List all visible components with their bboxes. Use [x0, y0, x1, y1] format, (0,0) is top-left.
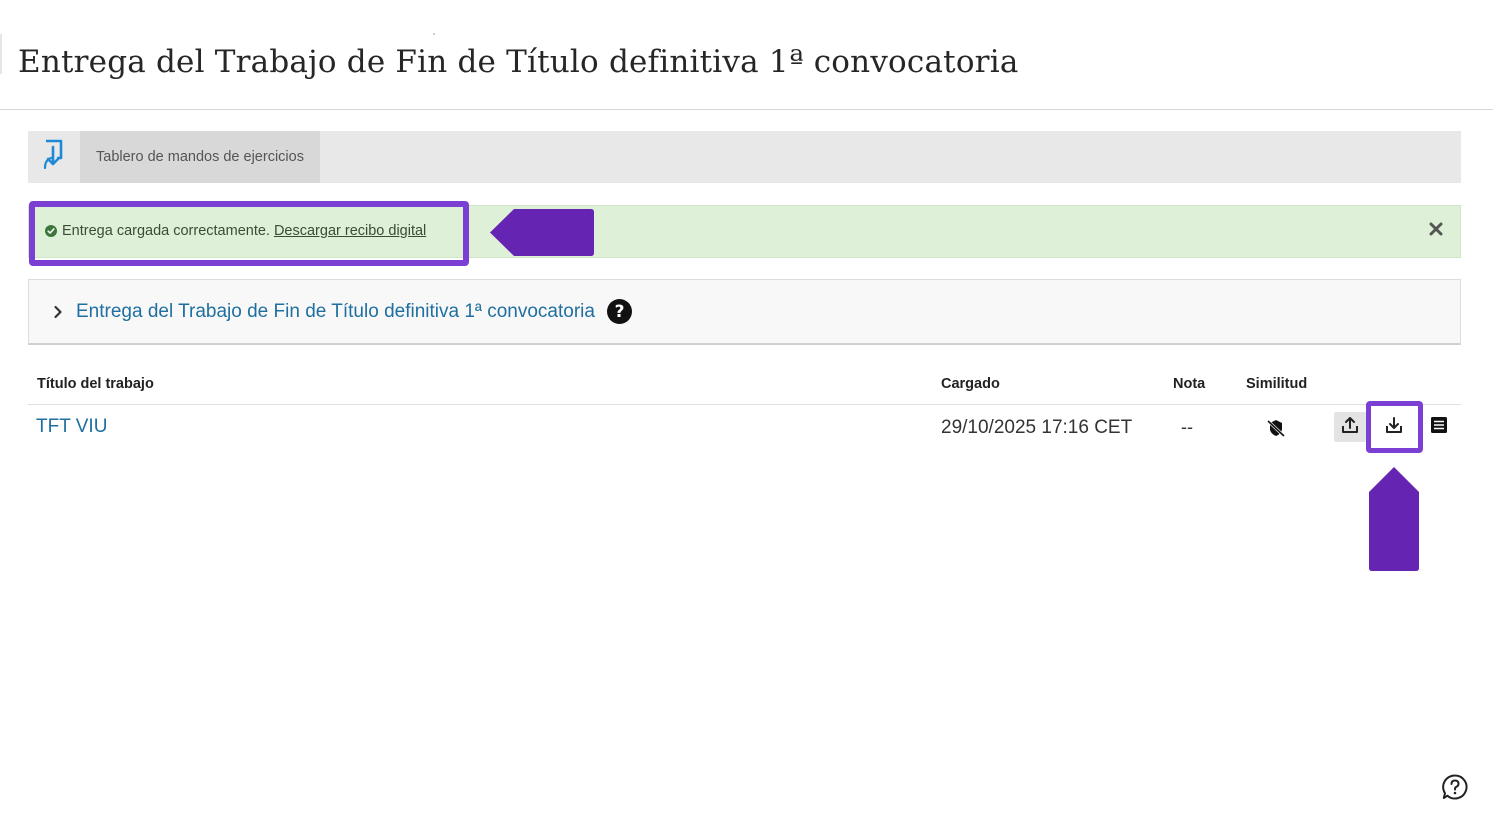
- upload-button[interactable]: [1334, 412, 1366, 442]
- assignment-title-link[interactable]: Entrega del Trabajo de Fin de Título def…: [76, 301, 595, 323]
- help-fab-button[interactable]: [1441, 773, 1469, 801]
- assignment-panel: Entrega del Trabajo de Fin de Título def…: [28, 279, 1461, 345]
- divider-dot: [433, 33, 435, 35]
- assignment-toolbar: Tablero de mandos de ejercicios: [28, 131, 1461, 183]
- download-button[interactable]: [1377, 412, 1411, 442]
- column-header-uploaded: Cargado: [941, 376, 1000, 392]
- details-icon: [1430, 416, 1448, 439]
- similarity-disabled-icon: [1266, 418, 1286, 443]
- return-arrow-icon: [42, 138, 66, 177]
- upload-icon: [1340, 415, 1360, 440]
- page-title: Entrega del Trabajo de Fin de Título def…: [18, 44, 1019, 80]
- column-header-title: Título del trabajo: [37, 376, 154, 392]
- close-icon: [1429, 222, 1443, 241]
- tab-assignment-dashboard[interactable]: Tablero de mandos de ejercicios: [80, 131, 320, 183]
- help-icon[interactable]: ?: [607, 299, 632, 324]
- download-icon: [1384, 415, 1404, 440]
- annotation-arrow-left-icon: [490, 208, 594, 262]
- return-button[interactable]: [28, 131, 80, 183]
- banner-message: Entrega cargada correctamente. Descargar…: [45, 223, 426, 239]
- check-circle-icon: [45, 225, 57, 237]
- column-header-grade: Nota: [1173, 376, 1206, 392]
- submission-title-link[interactable]: TFT VIU: [36, 416, 107, 438]
- chevron-right-icon[interactable]: [53, 305, 63, 324]
- help-chat-icon: [1441, 774, 1469, 805]
- close-banner-button[interactable]: [1426, 221, 1446, 241]
- column-header-similarity: Similitud: [1246, 376, 1308, 392]
- download-receipt-link[interactable]: Descargar recibo digital: [274, 223, 426, 239]
- table-divider: [28, 404, 1461, 405]
- uploaded-date: 29/10/2025 17:16 CET: [941, 417, 1133, 438]
- grade-value: --: [1181, 417, 1193, 437]
- success-banner: Entrega cargada correctamente. Descargar…: [28, 205, 1461, 258]
- details-button[interactable]: [1428, 416, 1450, 438]
- window-edge: [0, 34, 2, 74]
- banner-message-text: Entrega cargada correctamente.: [62, 223, 270, 239]
- annotation-arrow-up-icon: [1369, 467, 1419, 576]
- title-divider: [0, 109, 1493, 110]
